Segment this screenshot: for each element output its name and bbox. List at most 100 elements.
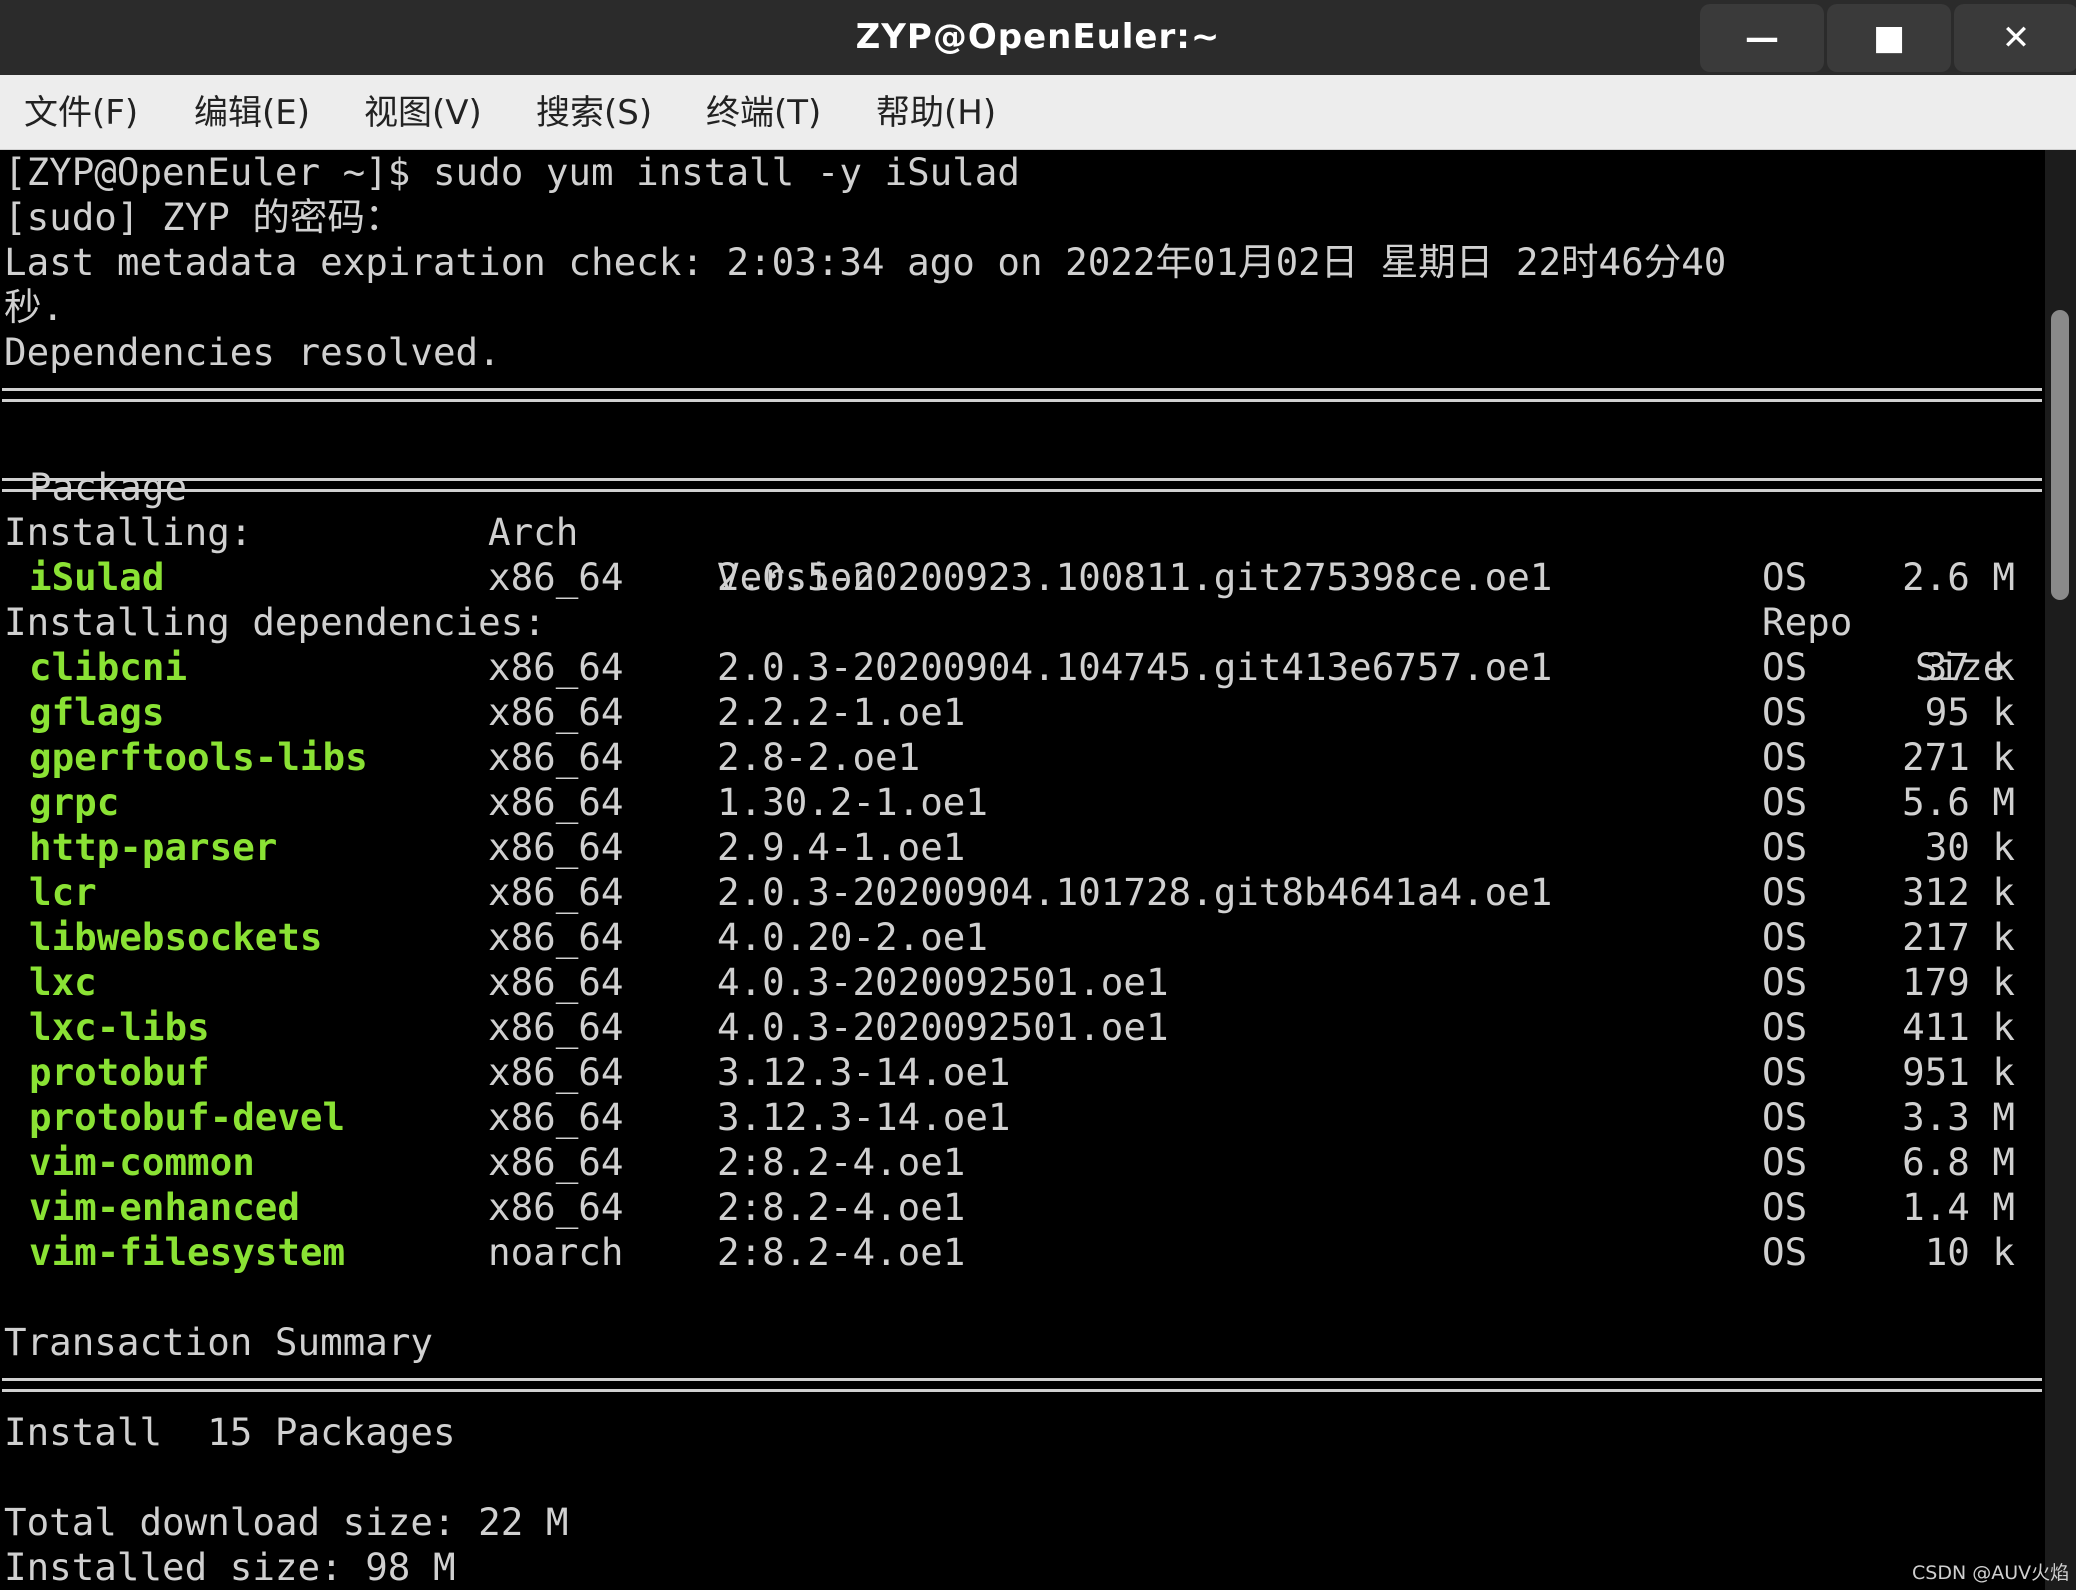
package-repo: OS: [1762, 825, 1808, 869]
package-version: 2.0.3-20200904.104745.git413e6757.oe1: [717, 645, 1553, 689]
package-version: 2.0.5-20200923.100811.git275398ce.oe1: [717, 555, 1553, 599]
package-version: 2.0.3-20200904.101728.git8b4641a4.oe1: [717, 870, 1553, 914]
table-row: clibcni x86_64 2.0.3-20200904.104745.git41…: [0, 645, 2040, 690]
table-header: Package Arch Version Repo Size: [0, 420, 2040, 689]
package-arch: x86_64: [488, 960, 624, 1004]
menu-file[interactable]: 文件(F): [20, 75, 142, 149]
package-version: 3.12.3-14.oe1: [717, 1095, 1011, 1139]
table-row: lxc-libs x86_64 4.0.3-2020092501.oe1 OS 411 …: [0, 1005, 2040, 1050]
table-row: lcr x86_64 2.0.3-20200904.101728.git8b4641…: [0, 870, 2040, 915]
package-arch: x86_64: [488, 1095, 624, 1139]
package-repo: OS: [1762, 960, 1808, 1004]
package-arch: x86_64: [488, 1185, 624, 1229]
package-repo: OS: [1762, 1185, 1808, 1229]
table-row: libwebsockets x86_64 4.0.20-2.oe1 OS 217 k: [0, 915, 2040, 960]
package-version: 2.8-2.oe1: [717, 735, 921, 779]
package-size: 6.8 M: [1902, 1140, 2015, 1184]
package-name: gperftools-libs: [29, 735, 368, 779]
transaction-summary: Transaction Summary: [4, 1320, 433, 1364]
table-row: http-parser x86_64 2.9.4-1.oe1 OS 30 k: [0, 825, 2040, 870]
table-row: grpc x86_64 1.30.2-1.oe1 OS 5.6 M: [0, 780, 2040, 825]
package-version: 2.9.4-1.oe1: [717, 825, 966, 869]
package-size: 2.6 M: [1902, 555, 2015, 599]
package-name: lcr: [29, 870, 97, 914]
package-arch: x86_64: [488, 915, 624, 959]
package-repo: OS: [1762, 1140, 1808, 1184]
terminal-output[interactable]: [ZYP@OpenEuler ~]$ sudo yum install -y i…: [0, 150, 2045, 1590]
title-bar: ZYP@OpenEuler:~ — ■ ✕: [0, 0, 2076, 75]
package-repo: OS: [1762, 555, 1808, 599]
sudo-prompt: [sudo] ZYP 的密码：: [4, 195, 403, 239]
package-repo: OS: [1762, 1005, 1808, 1049]
package-name: grpc: [29, 780, 120, 824]
package-arch: x86_64: [488, 780, 624, 824]
package-name: lxc: [29, 960, 97, 1004]
minimize-button[interactable]: —: [1700, 4, 1824, 72]
package-name: lxc-libs: [29, 1005, 210, 1049]
package-arch: x86_64: [488, 1050, 624, 1094]
menu-view[interactable]: 视图(V): [360, 75, 486, 149]
table-row: gperftools-libs x86_64 2.8-2.oe1 OS 271 k: [0, 735, 2040, 780]
table-row: protobuf x86_64 3.12.3-14.oe1 OS 951 k: [0, 1050, 2040, 1095]
menu-bar: 文件(F) 编辑(E) 视图(V) 搜索(S) 终端(T) 帮助(H): [0, 75, 2076, 150]
package-name: libwebsockets: [29, 915, 323, 959]
metadata-line-continued: 秒.: [4, 285, 65, 329]
package-name: vim-filesystem: [29, 1230, 346, 1274]
package-arch: x86_64: [488, 690, 624, 734]
scrollbar-thumb[interactable]: [2051, 310, 2069, 600]
close-button[interactable]: ✕: [1954, 4, 2076, 72]
package-size: 37 k: [1924, 645, 2015, 689]
table-row: vim-common x86_64 2:8.2-4.oe1 OS 6.8 M: [0, 1140, 2040, 1185]
menu-help[interactable]: 帮助(H): [872, 75, 1000, 149]
package-arch: x86_64: [488, 825, 624, 869]
close-icon: ✕: [2001, 18, 2031, 58]
menu-search[interactable]: 搜索(S): [532, 75, 656, 149]
maximize-button[interactable]: ■: [1827, 4, 1951, 72]
maximize-icon: ■: [1872, 18, 1906, 58]
package-name: clibcni: [29, 645, 188, 689]
total-download-size: Total download size: 22 M: [4, 1500, 569, 1544]
package-version: 4.0.3-2020092501.oe1: [717, 960, 1169, 1004]
table-row: lxc x86_64 4.0.3-2020092501.oe1 OS 179 k: [0, 960, 2040, 1005]
package-size: 411 k: [1902, 1005, 2015, 1049]
separator: [2, 1378, 2042, 1392]
package-name: gflags: [29, 690, 165, 734]
dependencies-resolved: Dependencies resolved.: [4, 330, 501, 374]
package-arch: x86_64: [488, 870, 624, 914]
package-name: vim-common: [29, 1140, 255, 1184]
package-version: 2:8.2-4.oe1: [717, 1230, 966, 1274]
metadata-line: Last metadata expiration check: 2:03:34 …: [4, 240, 1727, 284]
installed-size: Installed size: 98 M: [4, 1545, 456, 1589]
package-repo: OS: [1762, 1095, 1808, 1139]
package-version: 3.12.3-14.oe1: [717, 1050, 1011, 1094]
package-size: 217 k: [1902, 915, 2015, 959]
package-size: 179 k: [1902, 960, 2015, 1004]
table-row: protobuf-devel x86_64 3.12.3-14.oe1 OS 3.3 M: [0, 1095, 2040, 1140]
package-size: 1.4 M: [1902, 1185, 2015, 1229]
package-size: 5.6 M: [1902, 780, 2015, 824]
header-repo: Repo: [1762, 600, 1853, 644]
menu-edit[interactable]: 编辑(E): [190, 75, 314, 149]
package-size: 95 k: [1924, 690, 2015, 734]
package-repo: OS: [1762, 870, 1808, 914]
package-name: protobuf-devel: [29, 1095, 346, 1139]
table-row: gflags x86_64 2.2.2-1.oe1 OS 95 k: [0, 690, 2040, 735]
package-repo: OS: [1762, 690, 1808, 734]
package-arch: x86_64: [488, 1005, 624, 1049]
table-row: vim-filesystem noarch 2:8.2-4.oe1 OS 10 k: [0, 1230, 2040, 1275]
package-repo: OS: [1762, 915, 1808, 959]
package-version: 2:8.2-4.oe1: [717, 1185, 966, 1229]
package-name: vim-enhanced: [29, 1185, 300, 1229]
header-arch: Arch: [488, 510, 579, 554]
package-arch: x86_64: [488, 1140, 624, 1184]
package-arch: x86_64: [488, 555, 624, 599]
watermark: CSDN @AUV火焰: [1912, 1562, 2070, 1584]
package-repo: OS: [1762, 1050, 1808, 1094]
package-size: 271 k: [1902, 735, 2015, 779]
package-size: 312 k: [1902, 870, 2015, 914]
menu-terminal[interactable]: 终端(T): [702, 75, 825, 149]
package-version: 4.0.3-2020092501.oe1: [717, 1005, 1169, 1049]
minimize-icon: —: [1745, 18, 1779, 58]
separator: [2, 478, 2042, 492]
package-version: 2:8.2-4.oe1: [717, 1140, 966, 1184]
